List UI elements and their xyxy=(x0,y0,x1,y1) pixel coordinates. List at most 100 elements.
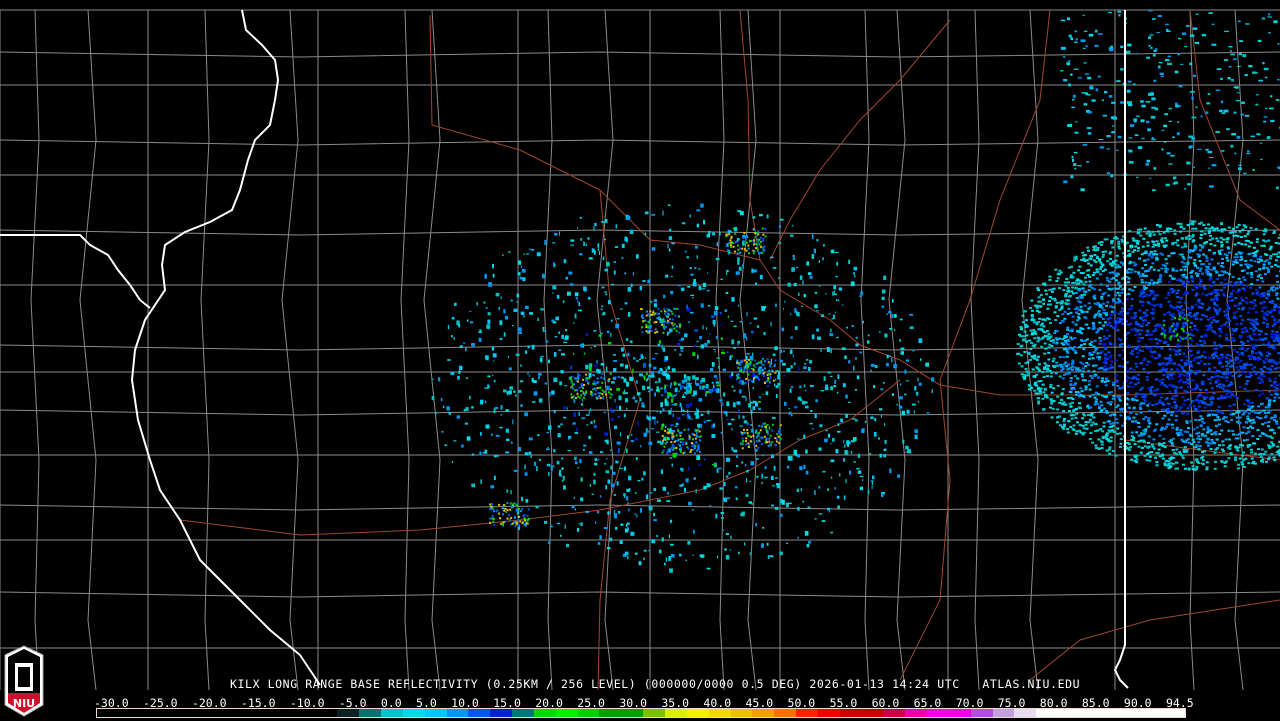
echo-pixel xyxy=(672,325,674,327)
echo-pixel xyxy=(766,429,768,431)
echo-pixel xyxy=(1144,395,1147,397)
echo-pixel xyxy=(643,558,645,560)
echo-pixel xyxy=(856,337,858,339)
echo-pixel xyxy=(1186,360,1189,362)
echo-pixel xyxy=(496,435,500,437)
echo-pixel xyxy=(678,332,680,334)
echo-pixel xyxy=(1267,425,1270,427)
echo-pixel xyxy=(780,350,782,353)
echo-pixel xyxy=(518,508,520,510)
echo-pixel xyxy=(742,237,744,239)
echo-pixel xyxy=(1156,304,1159,306)
echo-pixel xyxy=(1047,346,1050,348)
echo-pixel xyxy=(592,394,594,396)
echo-pixel xyxy=(743,240,745,242)
echo-pixel xyxy=(1174,233,1177,235)
echo-pixel xyxy=(645,324,647,326)
echo-pixel xyxy=(1137,446,1140,448)
echo-pixel xyxy=(690,418,693,419)
echo-pixel xyxy=(1271,365,1274,367)
echo-pixel xyxy=(489,503,491,505)
echo-pixel xyxy=(1182,326,1185,328)
echo-pixel xyxy=(733,402,736,407)
echo-pixel xyxy=(1247,311,1250,313)
echo-pixel xyxy=(1220,241,1223,243)
echo-pixel xyxy=(671,398,673,402)
echo-pixel xyxy=(759,353,761,354)
echo-pixel xyxy=(662,408,664,411)
echo-pixel xyxy=(1106,412,1109,414)
echo-pixel xyxy=(1231,393,1234,395)
echo-pixel xyxy=(1068,410,1071,412)
echo-pixel xyxy=(688,448,690,450)
echo-pixel xyxy=(833,294,837,296)
echo-pixel xyxy=(790,349,793,354)
echo-pixel xyxy=(665,367,667,368)
echo-pixel xyxy=(1088,302,1091,304)
echo-pixel xyxy=(854,267,858,271)
echo-pixel xyxy=(747,366,749,368)
echo-pixel xyxy=(1262,230,1265,232)
echo-pixel xyxy=(1179,431,1182,433)
echo-pixel xyxy=(1241,345,1244,347)
echo-pixel xyxy=(1087,364,1090,366)
echo-pixel xyxy=(1194,228,1197,230)
echo-pixel xyxy=(654,299,657,302)
echo-pixel xyxy=(1142,238,1145,240)
echo-pixel xyxy=(630,532,634,536)
echo-pixel xyxy=(1132,407,1135,409)
echo-pixel xyxy=(1273,289,1276,291)
echo-pixel xyxy=(522,522,524,524)
echo-pixel xyxy=(1098,289,1101,291)
echo-pixel xyxy=(1197,352,1200,354)
echo-pixel xyxy=(1188,235,1191,237)
echo-pixel xyxy=(1203,363,1206,365)
echo-pixel xyxy=(746,242,748,244)
echo-pixel xyxy=(1227,318,1230,320)
echo-pixel xyxy=(1102,436,1105,438)
echo-pixel xyxy=(1185,420,1188,422)
echo-pixel xyxy=(750,461,754,465)
echo-pixel xyxy=(1242,367,1245,369)
echo-pixel xyxy=(769,373,771,375)
echo-pixel xyxy=(1119,344,1122,346)
echo-pixel xyxy=(1190,462,1193,464)
echo-pixel xyxy=(642,331,644,333)
echo-pixel xyxy=(770,257,773,259)
echo-pixel xyxy=(1121,307,1124,309)
echo-pixel xyxy=(741,361,743,363)
echo-pixel xyxy=(1255,228,1258,230)
echo-pixel xyxy=(578,387,580,389)
echo-pixel xyxy=(1145,281,1148,283)
echo-pixel xyxy=(739,267,742,271)
echo-pixel xyxy=(603,257,605,261)
echo-pixel xyxy=(828,313,830,314)
echo-pixel xyxy=(881,297,884,300)
echo-pixel xyxy=(572,376,574,378)
echo-pixel xyxy=(1220,430,1223,432)
echo-pixel xyxy=(1050,372,1053,374)
echo-pixel xyxy=(1135,321,1138,323)
echo-pixel xyxy=(647,280,650,284)
echo-pixel xyxy=(1130,329,1133,331)
echo-pixel xyxy=(651,330,653,332)
echo-pixel xyxy=(1193,446,1196,448)
echo-pixel xyxy=(836,262,838,266)
echo-pixel xyxy=(1276,451,1279,453)
echo-pixel xyxy=(1255,339,1258,341)
echo-pixel xyxy=(1227,457,1230,459)
echo-pixel xyxy=(1112,298,1115,300)
echo-pixel xyxy=(501,405,503,410)
echo-pixel xyxy=(1142,433,1145,435)
echo-pixel xyxy=(818,447,821,450)
echo-pixel xyxy=(803,465,805,469)
echo-pixel xyxy=(1095,347,1098,349)
echo-pixel xyxy=(1259,256,1262,258)
echo-pixel xyxy=(1192,439,1195,441)
echo-pixel xyxy=(1152,283,1155,285)
echo-pixel xyxy=(756,436,758,438)
echo-pixel xyxy=(1115,260,1118,262)
echo-pixel xyxy=(655,353,658,354)
echo-pixel xyxy=(678,443,680,445)
echo-pixel xyxy=(594,364,597,366)
